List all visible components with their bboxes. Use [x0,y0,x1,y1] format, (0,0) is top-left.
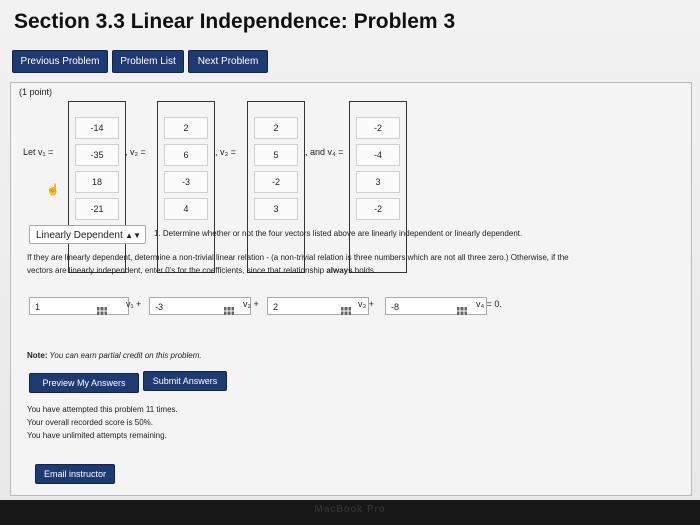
v3-entry: 2 [254,117,298,139]
vector-v4-matrix: -2 -4 3 -2 [349,101,407,273]
v3-entry: 5 [254,144,298,166]
v1-entry: 18 [75,171,119,193]
v2-entry: 2 [164,117,208,139]
point-value: (1 point) [19,87,53,97]
partial-credit-note: Note: You can earn partial credit on thi… [27,351,202,360]
equation-editor-icon[interactable] [224,302,234,315]
instruction-text-end: holds. [352,266,377,275]
next-problem-button[interactable]: Next Problem [188,50,268,73]
fingerprint-icon: ☝ [46,184,60,196]
note-label: Note: [27,351,48,360]
vector-v1-matrix: -14 -35 18 -21 [68,101,126,273]
attempts-text: You have attempted this problem 11 times… [27,405,178,414]
webpage: Section 3.3 Linear Independence: Problem… [0,0,700,500]
independence-select[interactable]: Linearly Dependent ▲▼ [29,225,146,244]
independence-select-value: Linearly Dependent [36,230,123,241]
v2-entry: -3 [164,171,208,193]
instruction-line-1: If they are linearly dependent, determin… [27,253,569,262]
question-text: 1. Determine whether or not the four vec… [154,229,523,238]
laptop-bezel: MacBook Pro [0,500,700,525]
v2-entry: 4 [164,198,208,220]
v2-entry: 6 [164,144,208,166]
v4-entry: -2 [356,198,400,220]
preview-answers-button[interactable]: Preview My Answers [29,373,139,393]
v2-label: , v₂ = [125,147,146,157]
v3-entry: -2 [254,171,298,193]
relation-v3-label: v₃ + [358,299,374,309]
note-text: You can earn partial credit on this prob… [47,351,202,360]
equation-editor-icon[interactable] [97,302,107,315]
coefficient-4-input[interactable]: -8 [385,297,487,315]
coefficient-3-input[interactable]: 2 [267,297,369,315]
relation-v4-label: v₄ = 0. [476,299,502,309]
coefficient-2-input[interactable]: -3 [149,297,251,315]
device-brand: MacBook Pro [314,504,386,515]
vector-v3-matrix: 2 5 -2 3 [247,101,305,273]
vector-v2-matrix: 2 6 -3 4 [157,101,215,273]
instruction-emphasis: always [326,266,353,275]
remaining-text: You have unlimited attempts remaining. [27,431,167,440]
submit-answers-button[interactable]: Submit Answers [143,371,227,391]
coefficient-1-input[interactable]: 1 [29,297,129,315]
v4-entry: -2 [356,117,400,139]
previous-problem-button[interactable]: Previous Problem [12,50,108,73]
problem-panel: (1 point) Let v₁ = ☝ -14 -35 18 -21 , v₂… [10,82,692,496]
relation-v1-label: v₁ + [126,299,142,309]
page-title: Section 3.3 Linear Independence: Problem… [14,10,456,33]
email-instructor-button[interactable]: Email instructor [35,464,115,484]
let-v1-label: Let v₁ = [23,147,54,157]
relation-v2-label: v₂ + [243,299,259,309]
and-v4-label: , and v₄ = [305,147,344,157]
updown-chevron-icon: ▲▼ [125,231,141,240]
v3-label: , v₃ = [215,147,236,157]
equation-editor-icon[interactable] [341,302,351,315]
v1-entry: -21 [75,198,119,220]
v4-entry: -4 [356,144,400,166]
instruction-line-2: vectors are linearly independent, enter … [27,266,376,275]
v1-entry: -14 [75,117,119,139]
v1-entry: -35 [75,144,119,166]
v3-entry: 3 [254,198,298,220]
score-text: Your overall recorded score is 50%. [27,418,153,427]
problem-list-button[interactable]: Problem List [112,50,184,73]
instruction-text: vectors are linearly independent, enter … [27,266,327,275]
equation-editor-icon[interactable] [457,302,467,315]
v4-entry: 3 [356,171,400,193]
